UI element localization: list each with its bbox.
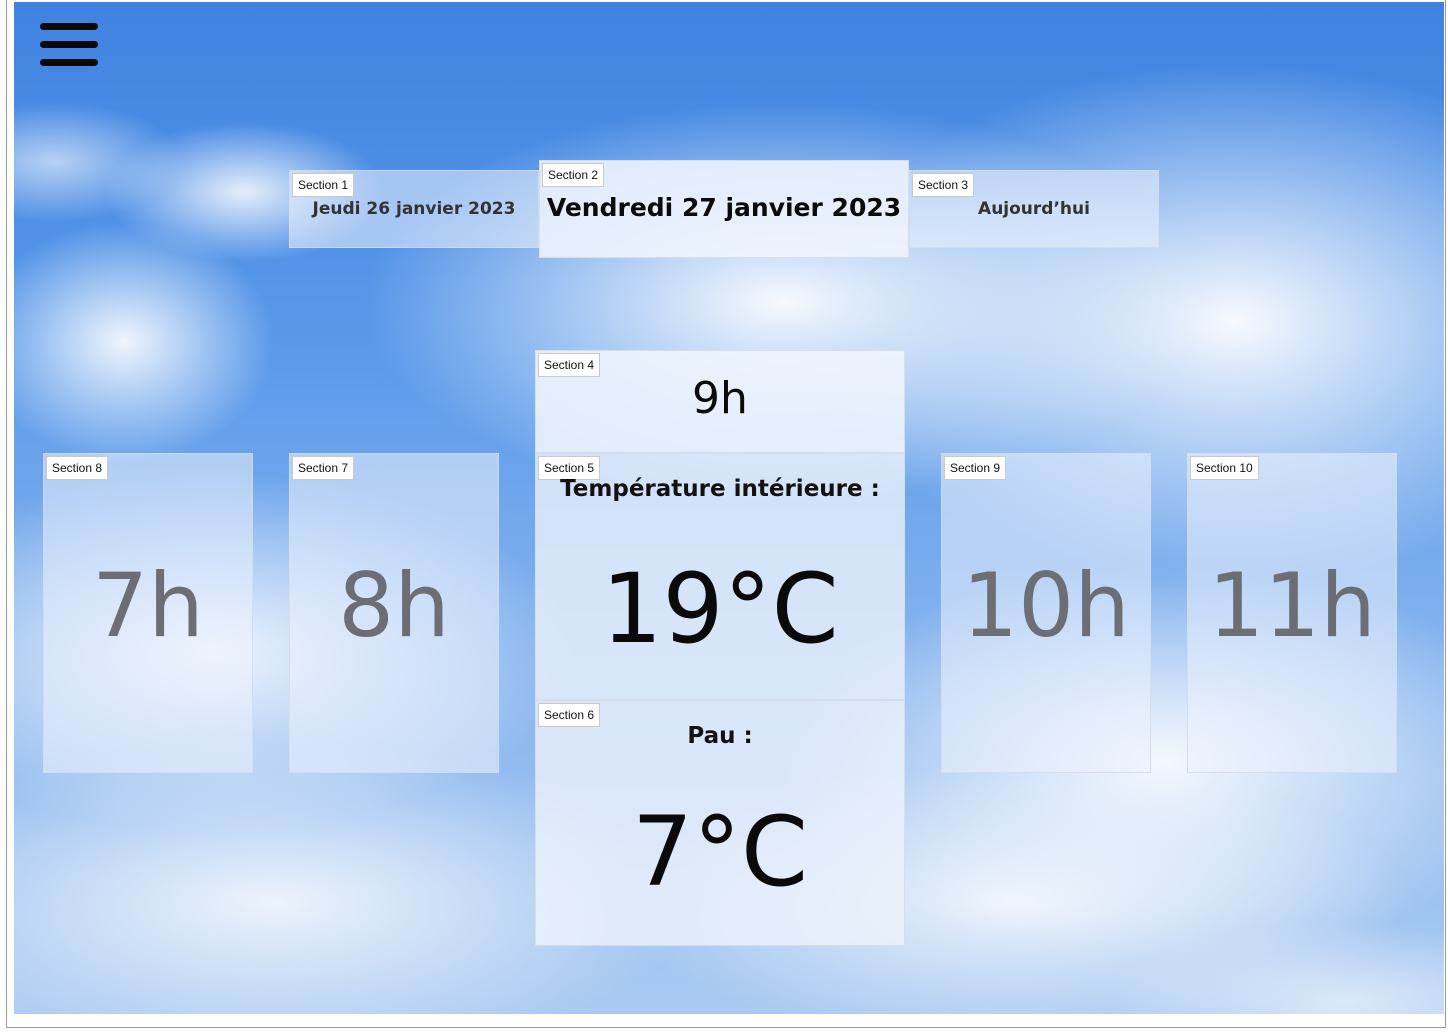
hour-label: 8h [338, 554, 450, 657]
today-label: Aujourd’hui [978, 199, 1090, 219]
hour-label: 11h [1208, 554, 1376, 657]
today-card[interactable]: Section 3 Aujourd’hui [909, 170, 1159, 248]
current-day-card[interactable]: Section 2 Vendredi 27 janvier 2023 [539, 160, 909, 258]
current-hour-label: 9h [692, 373, 748, 424]
section-tag: Section 1 [292, 173, 355, 197]
hour-card-11h[interactable]: Section 10 11h [1187, 453, 1397, 773]
outdoor-city-label: Pau : [687, 723, 753, 749]
hour-card-8h[interactable]: Section 7 8h [289, 453, 499, 773]
previous-day-card[interactable]: Section 1 Jeudi 26 janvier 2023 [289, 170, 539, 248]
current-day-label: Vendredi 27 janvier 2023 [546, 193, 902, 222]
hour-label: 7h [92, 554, 204, 657]
outdoor-temperature-value: 7°C [631, 796, 809, 908]
current-hour-card[interactable]: Section 4 9h [535, 350, 905, 453]
section-tag: Section 2 [542, 163, 605, 187]
section-tag: Section 3 [912, 173, 975, 197]
hour-card-7h[interactable]: Section 8 7h [43, 453, 253, 773]
previous-day-label: Jeudi 26 janvier 2023 [312, 199, 516, 219]
sky-background: Section 1 Jeudi 26 janvier 2023 Section … [14, 2, 1444, 1014]
indoor-temperature-label: Température intérieure : [560, 476, 880, 502]
hour-card-10h[interactable]: Section 9 10h [941, 453, 1151, 773]
hour-label: 10h [962, 554, 1130, 657]
section-tag: Section 8 [46, 456, 109, 480]
outdoor-temperature-card: Section 6 Pau : 7°C [535, 700, 905, 946]
indoor-temperature-value: 19°C [601, 553, 839, 665]
section-tag: Section 9 [944, 456, 1007, 480]
indoor-temperature-card: Section 5 Température intérieure : 19°C [535, 453, 905, 700]
section-tag: Section 10 [1190, 456, 1259, 480]
hamburger-menu-icon[interactable] [38, 22, 100, 68]
section-tag: Section 7 [292, 456, 355, 480]
